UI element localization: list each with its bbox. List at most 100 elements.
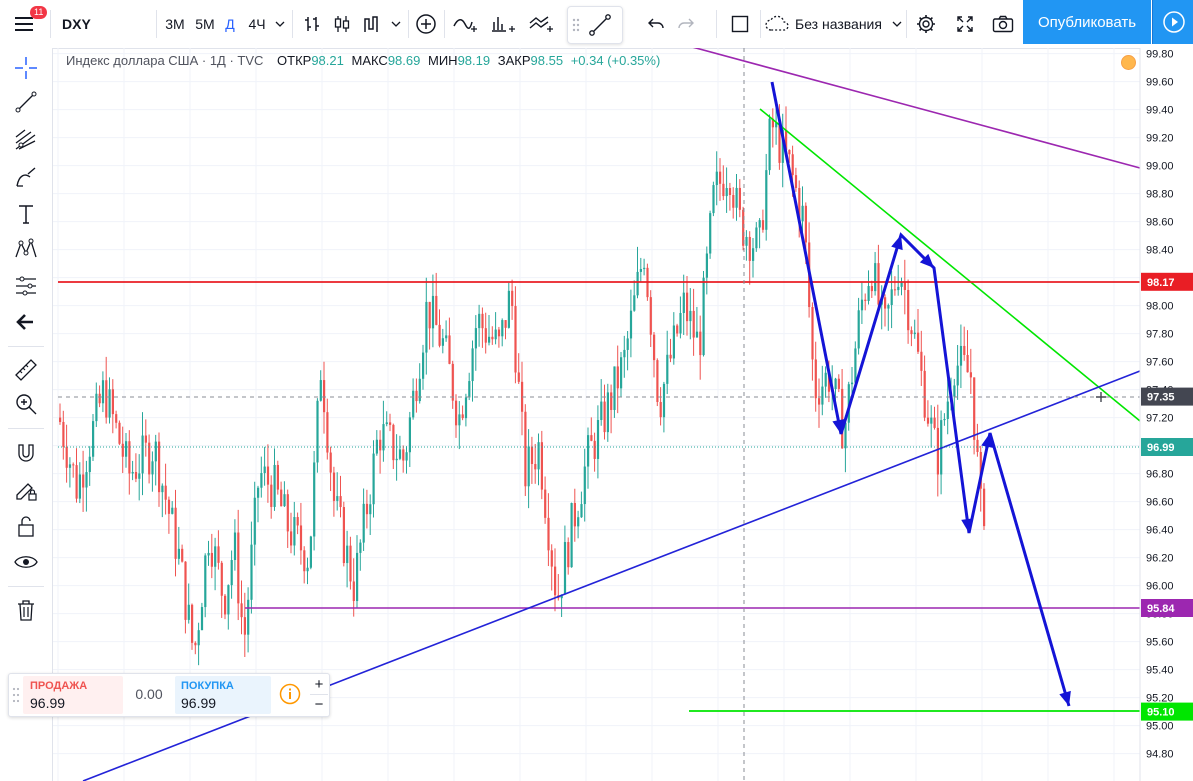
layout-button[interactable]	[726, 8, 754, 40]
crosshair-tool[interactable]	[10, 52, 42, 84]
candle-body	[494, 329, 497, 340]
status-dot[interactable]	[1121, 55, 1136, 70]
price-axis[interactable]: 99.80 99.60 99.40 99.20 99.00 98.80 98.60 98.40…	[1139, 48, 1193, 781]
candle-body	[128, 441, 131, 474]
candle-body	[280, 489, 283, 507]
candle-body	[884, 297, 887, 309]
candle-body	[530, 446, 534, 465]
symbol-search[interactable]: DXY	[62, 8, 104, 40]
price-tick-label: 95.60	[1146, 637, 1174, 649]
candle-body	[164, 485, 167, 500]
sell-button[interactable]: ПРОДАЖА 96.99	[23, 676, 123, 714]
candle-body	[791, 154, 794, 176]
brush-tool[interactable]	[10, 162, 42, 194]
candle-body	[230, 560, 233, 586]
interval-5m[interactable]: 5М	[192, 8, 218, 40]
indicators-list-button[interactable]	[488, 8, 518, 40]
measure-tool[interactable]	[10, 270, 42, 302]
interval-4h[interactable]: 4Ч	[244, 8, 270, 40]
candle-body	[804, 205, 807, 243]
zoom-tool[interactable]	[10, 388, 42, 420]
candle-body	[728, 188, 732, 195]
drawings-layer	[58, 48, 1141, 781]
compare-button[interactable]	[450, 8, 480, 40]
magnet-tool[interactable]	[10, 438, 42, 470]
trendline-tool[interactable]	[10, 86, 42, 118]
candle-body	[233, 532, 237, 561]
interval-dropdown[interactable]	[272, 8, 288, 40]
visibility-tool[interactable]	[10, 546, 42, 578]
close-label: ЗАКР	[497, 53, 531, 68]
lock-icon	[18, 516, 34, 537]
delete-tool[interactable]	[10, 594, 42, 626]
trend-line-icon[interactable]	[588, 13, 612, 37]
candle-body	[794, 175, 798, 188]
info-button[interactable]	[279, 683, 301, 705]
candle-body	[748, 236, 751, 261]
candle-body	[154, 441, 157, 462]
lock-tool[interactable]	[10, 510, 42, 542]
candle-body	[296, 517, 299, 526]
candle-body	[867, 286, 870, 301]
fullscreen-button[interactable]	[950, 8, 980, 40]
menu-button[interactable]: 11	[8, 6, 48, 40]
undo-button[interactable]	[642, 8, 670, 40]
add-indicator-button[interactable]	[412, 8, 440, 40]
green-trendline-resistance[interactable]	[759, 108, 1141, 422]
replay-button[interactable]	[1152, 0, 1193, 44]
redo-button[interactable]	[672, 8, 700, 40]
buy-button[interactable]: ПОКУПКА 96.99	[175, 676, 271, 714]
cloud-icon	[765, 15, 789, 31]
candle-body	[174, 507, 177, 559]
divider	[8, 586, 44, 587]
settings-button[interactable]	[911, 8, 941, 40]
candle-body	[101, 380, 105, 404]
candle-body	[184, 561, 187, 620]
candle-body	[415, 390, 418, 402]
crosshair-plus-icon[interactable]	[1096, 392, 1106, 402]
line-style-button[interactable]	[358, 8, 386, 40]
purple-trendline-upper[interactable]	[670, 48, 1141, 169]
candle-body	[699, 331, 702, 356]
divider	[156, 10, 157, 38]
candle-body	[669, 354, 672, 359]
candle-body	[339, 496, 342, 508]
screenshot-button[interactable]	[988, 8, 1018, 40]
candle-body	[834, 378, 837, 390]
play-icon	[1162, 11, 1185, 33]
candle-body	[362, 503, 365, 543]
drag-handle-icon[interactable]	[572, 17, 580, 33]
candle-body	[672, 325, 675, 359]
candle-body	[537, 442, 540, 470]
candles-style-button[interactable]	[328, 8, 356, 40]
ruler-tool[interactable]	[10, 354, 42, 386]
interval-3m[interactable]: 3М	[162, 8, 188, 40]
candle-body	[194, 642, 197, 646]
layout-name-button[interactable]: Без названия	[764, 8, 904, 40]
pattern-tool[interactable]	[10, 234, 42, 266]
drag-handle-icon[interactable]	[12, 685, 20, 705]
candle-body	[732, 194, 735, 208]
candle-body	[973, 377, 976, 440]
price-chart[interactable]: 99.80 99.60 99.40 99.20 99.00 98.80 98.60 98.40…	[53, 48, 1193, 781]
candle-body	[702, 277, 705, 356]
interval-day[interactable]: Д	[220, 8, 240, 40]
text-tool[interactable]	[10, 198, 42, 230]
price-tick-label: 98.80	[1146, 189, 1174, 201]
bars-style-button[interactable]	[298, 8, 326, 40]
candle-body	[966, 354, 969, 373]
chevron-down-icon	[275, 21, 285, 27]
templates-button[interactable]	[526, 8, 556, 40]
symbol-title[interactable]: Индекс доллара США · 1Д · TVC	[66, 53, 263, 68]
back-button[interactable]	[10, 306, 42, 338]
quantity-plus-button[interactable]: +	[310, 675, 328, 695]
fib-tool[interactable]	[10, 124, 42, 156]
candle-body	[217, 546, 220, 563]
lock-drawings-tool[interactable]	[10, 474, 42, 506]
price-tick-label: 97.60	[1146, 357, 1174, 369]
style-dropdown[interactable]	[388, 8, 404, 40]
quantity-minus-button[interactable]: −	[310, 695, 328, 714]
candle-body	[811, 307, 814, 360]
buy-price: 96.99	[181, 695, 217, 711]
publish-button[interactable]: Опубликовать	[1023, 0, 1151, 44]
